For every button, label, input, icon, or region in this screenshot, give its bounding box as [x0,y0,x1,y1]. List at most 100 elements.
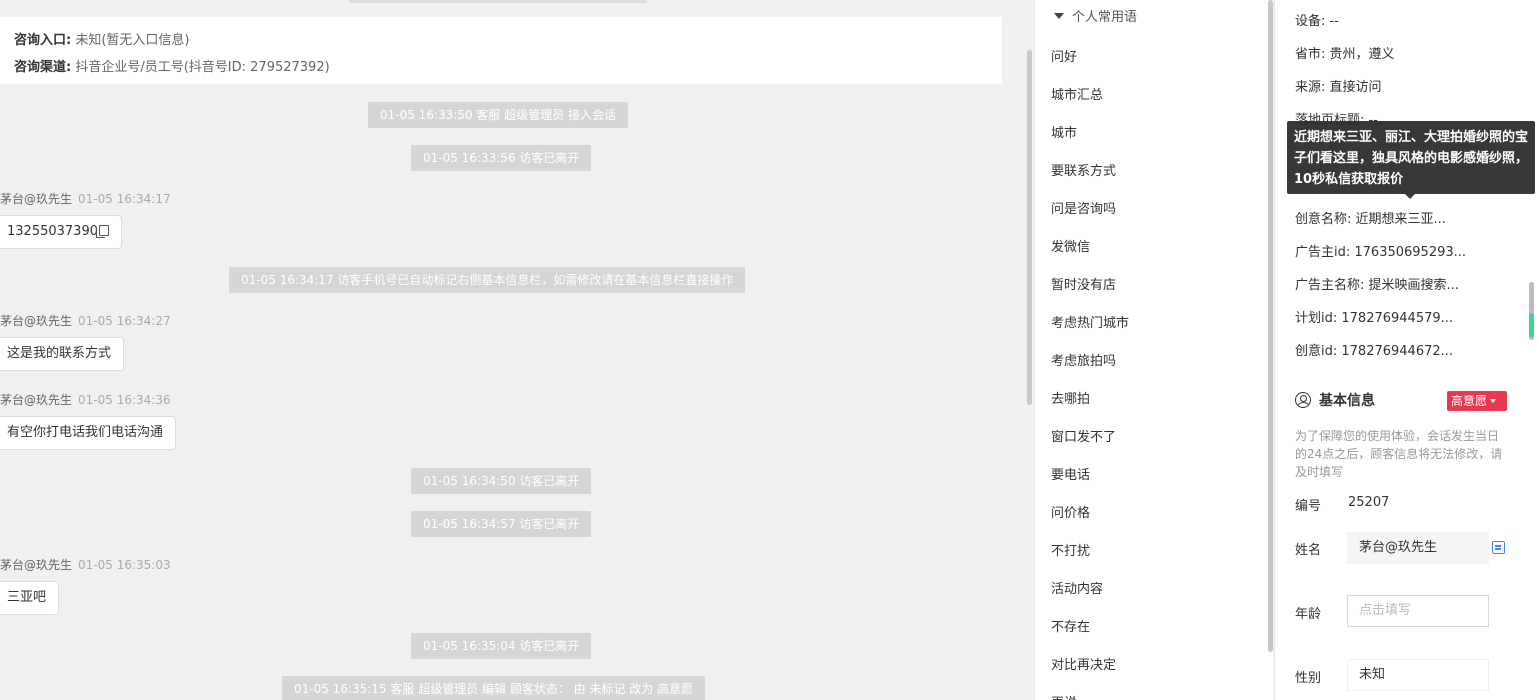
phrases-group-title: 个人常用语 [1072,10,1138,25]
system-message: 01-05 16:35:15 客服 超级管理员 编辑 顾客状态： 由 未标记 改… [282,676,706,700]
gender-select[interactable]: 未知 [1347,659,1489,691]
message-bubble[interactable]: 有空你打电话我们电话沟通 [0,416,177,450]
creative-id-value[interactable]: 178276944672... [1341,344,1453,359]
phrase-item[interactable]: 考虑热门城市 [1051,312,1129,331]
phrase-item[interactable]: 问价格 [1051,502,1090,521]
chat-scrollbar[interactable] [1027,50,1032,405]
number-value: 25207 [1348,495,1390,510]
number-label: 编号 [1295,499,1322,514]
consult-channel-label: 咨询渠道: [14,60,72,75]
message-time: 01-05 16:34:27 [78,314,171,328]
phrase-item[interactable]: 对比再决定 [1051,654,1116,673]
creative-name-tooltip: 近期想来三亚、丽江、大理拍婚纱照的宝子们看这里，独具风格的电影感婚纱照，10秒私… [1287,121,1535,199]
province-label: 省市: [1295,47,1326,62]
chat-panel: 咨询入口: 未知(暂无入口信息) 咨询渠道: 抖音企业号/员工号(抖音号ID: … [0,0,1034,700]
caret-down-icon [1054,13,1064,19]
phrase-item[interactable]: 考虑旅拍吗 [1051,350,1116,369]
system-message: 01-05 16:34:50 访客已离开 [411,468,592,494]
message-text: 13255037390 [7,224,98,239]
plan-id-label: 计划id: [1295,311,1338,326]
top-divider [349,0,647,3]
phrase-item[interactable]: 不打扰 [1051,540,1090,559]
phrase-item[interactable]: 问是咨询吗 [1051,198,1116,217]
message-time: 01-05 16:35:03 [78,558,171,572]
intent-status-label: 高意愿 [1451,394,1488,408]
message-bubble[interactable]: 三亚吧 [0,581,60,615]
consult-entry-value: 未知(暂无入口信息) [75,33,190,48]
age-field[interactable]: 点击填写 [1347,595,1489,627]
province-row: 省市: 贵州，遵义 [1295,43,1395,62]
creative-id-label: 创意id: [1295,344,1338,359]
copy-icon[interactable] [95,225,109,238]
advertiser-id-row: 广告主id: 176350695293... [1295,241,1466,260]
message-text: 这是我的联系方式 [7,346,112,361]
caret-down-icon [1490,399,1497,403]
phrase-item[interactable]: 发微信 [1051,236,1090,255]
system-message: 01-05 16:34:17 访客手机号已自动标记右侧基本信息栏，如需修改请在基… [229,267,746,293]
creative-id-row: 创意id: 178276944672... [1295,340,1453,359]
basic-info-title: 基本信息 [1295,390,1375,412]
consult-entry-label: 咨询入口: [14,33,72,48]
message-bubble[interactable]: 这是我的联系方式 [0,337,125,371]
province-value: 贵州，遵义 [1329,47,1395,62]
plan-id-value[interactable]: 178276944579... [1341,311,1453,326]
phrase-item[interactable]: 问好 [1051,46,1077,65]
gender-label: 性别 [1295,671,1322,686]
basic-info-title-text: 基本信息 [1319,393,1375,409]
message-text: 三亚吧 [7,590,47,605]
plan-id-row: 计划id: 178276944579... [1295,307,1453,326]
consult-entry-line: 咨询入口: 未知(暂无入口信息) [14,27,988,54]
intent-status-dropdown[interactable]: 高意愿 [1447,391,1507,411]
consult-channel-line: 咨询渠道: 抖音企业号/员工号(抖音号ID: 279527392) [14,54,988,81]
message-time: 01-05 16:34:36 [78,393,171,407]
info-scrollbar-indicator [1529,313,1534,337]
system-message: 01-05 16:34:57 访客已离开 [411,511,592,537]
name-label: 姓名 [1295,543,1322,558]
age-label: 年龄 [1295,607,1322,622]
user-icon [1295,392,1311,408]
device-label: 设备: [1295,14,1326,29]
sender-name: 茅台@玖先生 [0,314,73,328]
phrase-item[interactable]: 城市 [1051,122,1077,141]
phrase-item[interactable]: 不存在 [1051,616,1090,635]
edit-notice: 为了保障您的使用体验，会话发生当日的24点之后，顾客信息将无法修改，请及时填写 [1295,429,1503,479]
sender-name: 茅台@玖先生 [0,393,73,407]
message-bubble[interactable]: 13255037390 [0,215,122,249]
creative-name-label: 创意名称: [1295,212,1352,227]
name-field[interactable]: 茅台@玖先生 [1347,532,1489,564]
source-row: 来源: 直接访问 [1295,76,1382,95]
common-phrases-panel: 个人常用语 问好 城市汇总 城市 要联系方式 问是咨询吗 发微信 暂时没有店 考… [1034,0,1273,700]
sender-name: 茅台@玖先生 [0,192,73,206]
copy-icon[interactable] [1492,541,1505,554]
message-time: 01-05 16:34:17 [78,192,171,206]
system-message: 01-05 16:33:56 访客已离开 [411,145,592,171]
phrase-item[interactable]: 再说 [1051,692,1077,700]
advertiser-name-value[interactable]: 提米映画搜索... [1369,278,1459,293]
creative-name-value[interactable]: 近期想来三亚... [1356,212,1446,227]
message-sender: 茅台@玖先生 01-05 16:34:36 [0,391,171,408]
message-sender: 茅台@玖先生 01-05 16:34:27 [0,312,171,329]
system-message: 01-05 16:33:50 客服 超级管理员 接入会话 [368,102,629,128]
consult-channel-value: 抖音企业号/员工号(抖音号ID: 279527392) [75,60,330,75]
message-sender: 茅台@玖先生 01-05 16:35:03 [0,556,171,573]
message-text: 有空你打电话我们电话沟通 [7,425,164,440]
phrase-item[interactable]: 活动内容 [1051,578,1103,597]
device-value: -- [1329,14,1339,29]
phrase-item[interactable]: 要电话 [1051,464,1090,483]
advertiser-name-label: 广告主名称: [1295,278,1365,293]
consult-info-card: 咨询入口: 未知(暂无入口信息) 咨询渠道: 抖音企业号/员工号(抖音号ID: … [0,17,1002,84]
sender-name: 茅台@玖先生 [0,558,73,572]
creative-name-row[interactable]: 创意名称: 近期想来三亚... [1295,208,1446,227]
phrase-item[interactable]: 去哪拍 [1051,388,1090,407]
advertiser-id-value[interactable]: 176350695293... [1354,245,1466,260]
phrase-item[interactable]: 窗口发不了 [1051,426,1116,445]
phrase-item[interactable]: 城市汇总 [1051,84,1103,103]
phrases-group-header[interactable]: 个人常用语 [1054,8,1137,28]
phrases-scrollbar[interactable] [1268,0,1273,652]
source-label: 来源: [1295,80,1326,95]
phrase-item[interactable]: 要联系方式 [1051,160,1116,179]
source-value: 直接访问 [1329,80,1382,95]
message-sender: 茅台@玖先生 01-05 16:34:17 [0,190,171,207]
advertiser-name-row: 广告主名称: 提米映画搜索... [1295,274,1459,293]
phrase-item[interactable]: 暂时没有店 [1051,274,1116,293]
